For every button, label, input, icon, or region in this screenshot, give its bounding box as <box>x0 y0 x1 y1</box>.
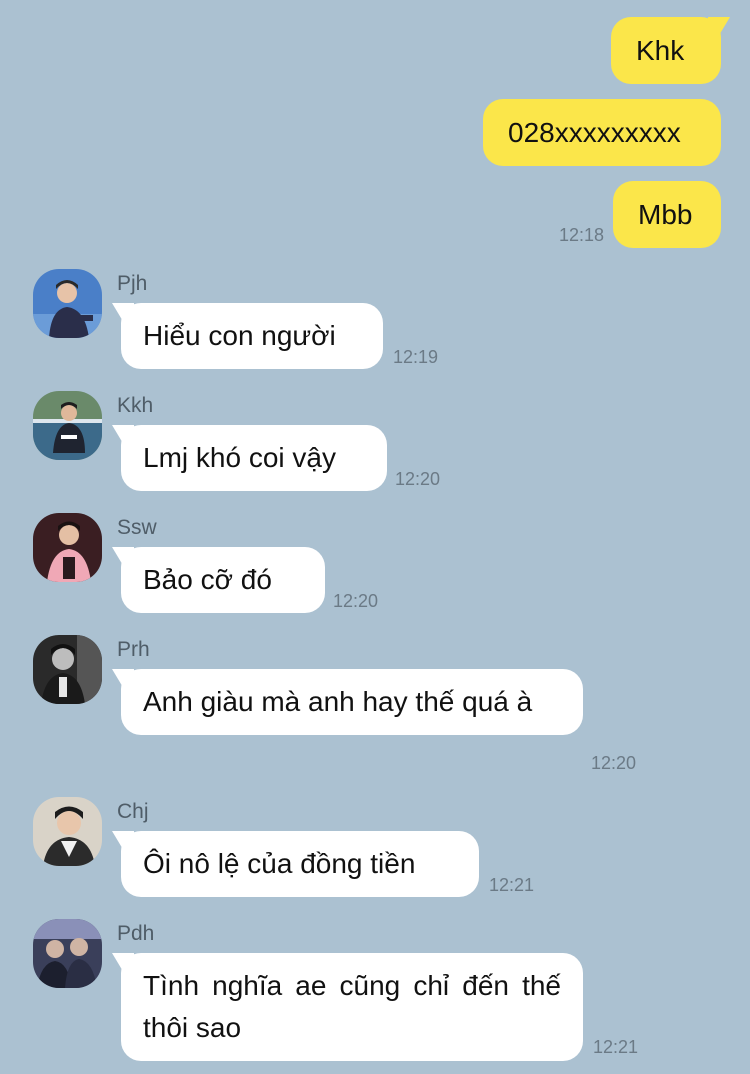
incoming-message[interactable]: Tình nghĩa ae cũng chỉ đến thế thôi sao <box>112 953 583 1061</box>
sender-name: Prh <box>117 638 150 661</box>
bubble-tail <box>112 547 134 569</box>
bubble-tail <box>112 953 134 975</box>
bubble-tail <box>112 425 134 447</box>
outgoing-message[interactable]: 028xxxxxxxxx <box>483 99 721 166</box>
incoming-message[interactable]: Ôi nô lệ của đồng tiền <box>112 831 479 897</box>
outgoing-message[interactable]: Khk <box>611 17 730 84</box>
message-time: 12:20 <box>395 469 441 489</box>
incoming-message[interactable]: Hiểu con người <box>112 303 383 369</box>
person-photo-icon <box>33 269 102 338</box>
message-time: 12:21 <box>489 875 535 895</box>
sender-name: Chj <box>117 800 149 823</box>
incoming-message[interactable]: Bảo cỡ đó <box>112 547 325 613</box>
bubble-tail <box>112 669 134 691</box>
avatar[interactable] <box>33 919 102 988</box>
avatar[interactable] <box>33 269 102 338</box>
message-text: Tình nghĩa ae cũng chỉ đến thế thôi sao <box>143 970 561 1043</box>
message-text: Lmj khó coi vậy <box>143 442 336 473</box>
message-time: 12:20 <box>591 753 637 773</box>
bubble-tail <box>708 17 730 39</box>
sender-name: Ssw <box>117 516 157 539</box>
message-text: Bảo cỡ đó <box>143 564 272 595</box>
bubble-tail <box>112 303 134 325</box>
message-text: Anh giàu mà anh hay thế quá à <box>143 686 533 717</box>
avatar[interactable] <box>33 513 102 582</box>
message-time: 12:19 <box>393 347 439 367</box>
message-text: Hiểu con người <box>143 320 336 351</box>
avatar[interactable] <box>33 391 102 460</box>
message-text: Ôi nô lệ của đồng tiền <box>143 848 416 879</box>
message-text: 028xxxxxxxxx <box>508 116 681 148</box>
avatar[interactable] <box>33 797 102 866</box>
message-text: Khk <box>636 34 685 66</box>
incoming-message[interactable]: Anh giàu mà anh hay thế quá à <box>112 669 583 735</box>
person-photo-icon <box>33 391 102 460</box>
sender-name: Pjh <box>117 272 148 295</box>
person-photo-icon <box>33 919 102 988</box>
bubble-tail <box>112 831 134 853</box>
person-photo-icon <box>33 635 102 704</box>
incoming-message[interactable]: Lmj khó coi vậy <box>112 425 387 491</box>
outgoing-message[interactable]: Mbb <box>613 181 721 248</box>
message-time: 12:18 <box>559 225 605 245</box>
sender-name: Pdh <box>117 922 155 945</box>
message-time: 12:20 <box>333 591 379 611</box>
message-text: Mbb <box>638 198 693 230</box>
avatar[interactable] <box>33 635 102 704</box>
person-photo-icon <box>33 513 102 582</box>
sender-name: Kkh <box>117 394 154 417</box>
person-photo-icon <box>33 797 102 866</box>
message-time: 12:21 <box>593 1037 639 1057</box>
